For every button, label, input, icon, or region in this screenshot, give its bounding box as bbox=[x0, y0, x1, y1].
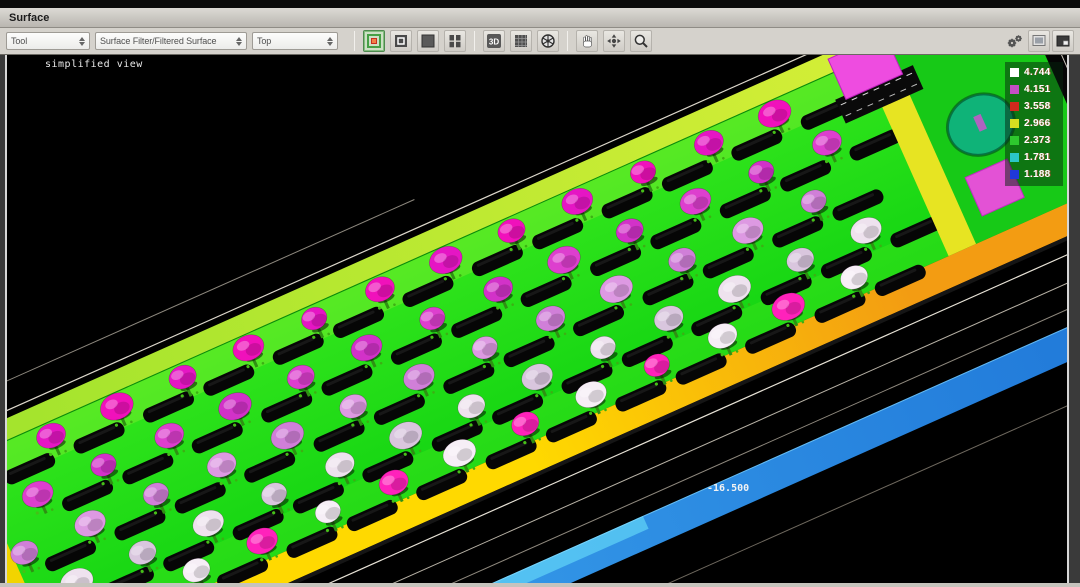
legend-row: 4.744 bbox=[1010, 66, 1059, 79]
zoom-magnifier-button[interactable] bbox=[630, 30, 652, 52]
window-bottom-edge bbox=[0, 583, 1080, 587]
legend-value: 1.188 bbox=[1024, 169, 1051, 180]
legend-value: 2.966 bbox=[1024, 118, 1051, 129]
pan-hand-icon bbox=[579, 33, 595, 49]
legend-value: 2.373 bbox=[1024, 135, 1051, 146]
legend-swatch bbox=[1010, 68, 1019, 77]
layout-display-icon bbox=[1055, 33, 1071, 49]
legend-swatch bbox=[1010, 136, 1019, 145]
pan-hand-button[interactable] bbox=[576, 30, 598, 52]
legend-swatch bbox=[1010, 119, 1019, 128]
settings-gears-icon bbox=[1006, 33, 1024, 49]
settings-gears-button[interactable] bbox=[1004, 30, 1026, 52]
surface-filter-dropdown-value: Surface Filter/Filtered Surface bbox=[100, 36, 232, 46]
toolbar-separator bbox=[567, 31, 568, 51]
spinner-arrows-icon bbox=[79, 37, 85, 46]
surface-filter-dropdown[interactable]: Surface Filter/Filtered Surface bbox=[95, 32, 247, 50]
split-view-icon bbox=[447, 33, 463, 49]
tool-dropdown-value: Tool bbox=[11, 36, 75, 46]
window-top-edge bbox=[0, 0, 1080, 8]
legend-value: 3.558 bbox=[1024, 101, 1051, 112]
toolbar-separator bbox=[474, 31, 475, 51]
view-orientation-dropdown[interactable]: Top bbox=[252, 32, 338, 50]
spinner-arrows-icon bbox=[236, 37, 242, 46]
box-solid-button[interactable] bbox=[417, 30, 439, 52]
svg-text:3D: 3D bbox=[489, 38, 499, 47]
view-mode-label: simplified view bbox=[45, 59, 143, 70]
window-display-button[interactable] bbox=[1028, 30, 1050, 52]
surface-app-window: Surface Tool Surface Filter/Filtered Sur… bbox=[0, 0, 1080, 587]
spinner-arrows-icon bbox=[327, 37, 333, 46]
view-orientation-dropdown-value: Top bbox=[257, 36, 323, 46]
legend-row: 1.188 bbox=[1010, 168, 1059, 181]
box-solid-icon bbox=[420, 33, 436, 49]
viewport-3d[interactable]: simplified view -16.500 4.744 4.151 3.558 2… bbox=[5, 55, 1069, 583]
legend-row: 2.966 bbox=[1010, 117, 1059, 130]
layout-display-button[interactable] bbox=[1052, 30, 1074, 52]
legend-row: 3.558 bbox=[1010, 100, 1059, 113]
3d-view-button[interactable]: 3D bbox=[483, 30, 505, 52]
wheel-segments-button[interactable] bbox=[537, 30, 559, 52]
scene-canvas bbox=[7, 55, 1067, 583]
box-outline-button[interactable] bbox=[390, 30, 412, 52]
legend-value: 4.151 bbox=[1024, 84, 1051, 95]
orbit-rotate-icon bbox=[606, 33, 622, 49]
tool-dropdown[interactable]: Tool bbox=[6, 32, 90, 50]
point-style-button[interactable] bbox=[363, 30, 385, 52]
elevation-label: -16.500 bbox=[707, 483, 749, 494]
legend-row: 1.781 bbox=[1010, 151, 1059, 164]
legend-value: 1.781 bbox=[1024, 152, 1051, 163]
window-display-icon bbox=[1031, 33, 1047, 49]
window-title-bar[interactable]: Surface bbox=[0, 8, 1080, 28]
legend-row: 4.151 bbox=[1010, 83, 1059, 96]
mesh-view-button[interactable] bbox=[510, 30, 532, 52]
toolbar: Tool Surface Filter/Filtered Surface Top bbox=[0, 28, 1080, 55]
legend-swatch bbox=[1010, 85, 1019, 94]
point-style-icon bbox=[366, 33, 382, 49]
toolbar-separator bbox=[354, 31, 355, 51]
legend-swatch bbox=[1010, 170, 1019, 179]
box-outline-icon bbox=[393, 33, 409, 49]
legend-swatch bbox=[1010, 102, 1019, 111]
legend-value: 4.744 bbox=[1024, 67, 1051, 78]
orbit-rotate-button[interactable] bbox=[603, 30, 625, 52]
split-view-button[interactable] bbox=[444, 30, 466, 52]
page-title: Surface bbox=[9, 12, 49, 24]
zoom-magnifier-icon bbox=[633, 33, 649, 49]
3d-view-icon: 3D bbox=[486, 33, 502, 49]
mesh-view-icon bbox=[513, 33, 529, 49]
wheel-segments-icon bbox=[540, 33, 556, 49]
legend-swatch bbox=[1010, 153, 1019, 162]
toolbar-right-group bbox=[1004, 30, 1074, 52]
legend-row: 2.373 bbox=[1010, 134, 1059, 147]
elevation-legend: 4.744 4.151 3.558 2.966 2.373 1.781 1.188 bbox=[1005, 62, 1063, 186]
